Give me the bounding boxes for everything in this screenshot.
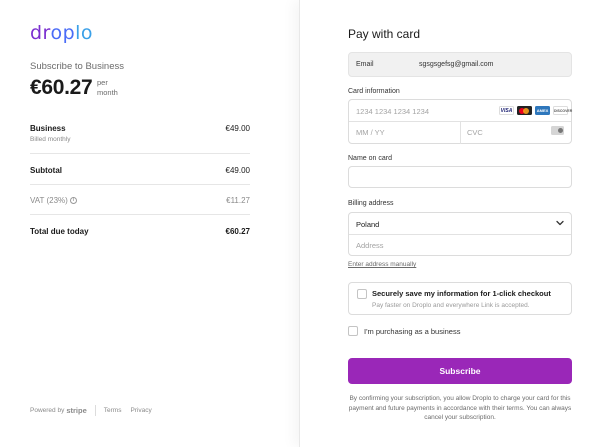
subscribe-button[interactable]: Subscribe [348, 358, 572, 384]
save-info-title: Securely save my information for 1-click… [372, 289, 551, 298]
price-period: per month [97, 78, 118, 97]
billing-address-label: Billing address [348, 200, 394, 207]
terms-link[interactable]: Terms [104, 407, 122, 414]
info-icon[interactable]: i [69, 197, 77, 205]
pay-with-card-title: Pay with card [348, 27, 421, 41]
footer-separator [94, 405, 96, 416]
mastercard-icon [517, 106, 532, 115]
name-on-card-input[interactable] [348, 166, 572, 188]
order-summary-panel: droplo Subscribe to Business €60.27 per … [0, 0, 299, 447]
vat-row: VAT (23%) i €11.27 [30, 196, 250, 208]
cvc-card-icon [551, 126, 564, 135]
footer: Powered by stripe Terms Privacy [30, 405, 161, 416]
enter-address-manually-link[interactable]: Enter address manually [348, 261, 416, 268]
email-value: sgsgsgefsg@gmail.com [419, 61, 494, 68]
amex-icon: AMEX [535, 106, 550, 115]
total-amount: €60.27 [225, 227, 250, 236]
line-item-business: Business Billed monthly €49.00 [30, 124, 250, 148]
legal-notice: By confirming your subscription, you all… [348, 395, 572, 421]
email-label: Email [356, 61, 374, 68]
subtotal-amount: €49.00 [225, 166, 250, 175]
divider [460, 121, 461, 144]
powered-by-label: Powered by [30, 407, 65, 414]
vat-amount: €11.27 [226, 196, 250, 205]
business-checkbox[interactable] [348, 326, 358, 336]
name-on-card-label: Name on card [348, 155, 392, 162]
business-checkbox-label[interactable]: I'm purchasing as a business [364, 327, 460, 336]
line-item-name: Business [30, 124, 66, 133]
vat-label: VAT (23%) [30, 196, 68, 205]
line-item-billing: Billed monthly [30, 136, 71, 143]
save-info-subtitle: Pay faster on Droplo and everywhere Link… [372, 302, 530, 309]
period-month: month [97, 87, 118, 97]
cvc-input[interactable]: CVC [467, 128, 483, 137]
link-save-info-box: Securely save my information for 1-click… [348, 282, 572, 315]
discover-icon: DISCOVER [553, 106, 572, 115]
billing-address-field: Poland Address [348, 212, 572, 256]
stripe-logo[interactable]: stripe [66, 406, 86, 415]
payment-panel: Pay with card Email sgsgsgefsg@gmail.com… [299, 0, 591, 447]
divider [349, 234, 571, 235]
line-item-amount: €49.00 [225, 124, 250, 133]
total-row: Total due today €60.27 [30, 227, 250, 239]
email-field[interactable]: Email sgsgsgefsg@gmail.com [348, 52, 572, 77]
divider [30, 153, 250, 154]
subtotal-label: Subtotal [30, 166, 62, 175]
divider [30, 184, 250, 185]
visa-icon: VISA [499, 106, 514, 115]
save-info-checkbox[interactable] [357, 289, 367, 299]
privacy-link[interactable]: Privacy [130, 407, 151, 414]
subtotal-row: Subtotal €49.00 [30, 166, 250, 178]
total-label: Total due today [30, 227, 89, 236]
country-select[interactable]: Poland [356, 220, 379, 229]
card-information-label: Card information [348, 88, 400, 95]
droplo-logo[interactable]: droplo [30, 22, 93, 44]
vat-label-wrap: VAT (23%) i [30, 196, 77, 205]
chevron-down-icon[interactable] [556, 219, 564, 227]
address-input[interactable]: Address [356, 241, 384, 250]
period-per: per [97, 78, 108, 87]
divider [30, 214, 250, 215]
subscribe-to-label: Subscribe to Business [30, 61, 124, 72]
expiry-input[interactable]: MM / YY [356, 128, 385, 137]
card-number-input[interactable]: 1234 1234 1234 1234 [356, 107, 429, 116]
price-total: €60.27 [30, 76, 93, 99]
card-information-field: 1234 1234 1234 1234 VISA AMEX DISCOVER M… [348, 99, 572, 144]
